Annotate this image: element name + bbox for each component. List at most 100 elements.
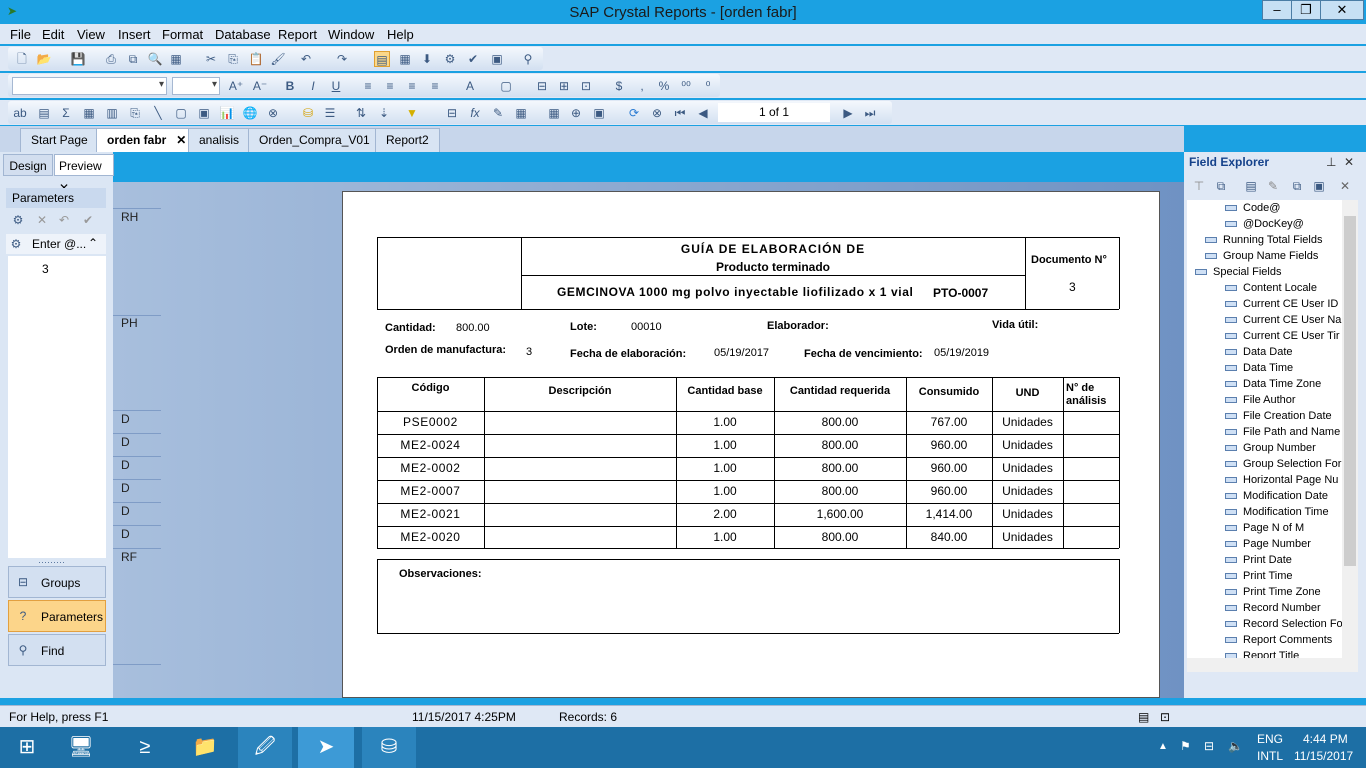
field-item[interactable]: Data Date (1225, 344, 1293, 360)
italic-icon[interactable]: I (305, 78, 321, 94)
duplicate-icon[interactable]: ⧉ (1289, 178, 1305, 194)
bold-icon[interactable]: B (282, 78, 298, 94)
format-painter-icon[interactable]: 🖌 (270, 51, 286, 67)
section-details[interactable]: D (121, 435, 130, 449)
section-details[interactable]: D (121, 481, 130, 495)
crystal-reports-icon[interactable]: ➤ (298, 727, 354, 768)
tab-report2[interactable]: Report2 (375, 128, 440, 152)
lang-layout[interactable]: INTL (1257, 749, 1283, 763)
page-number-field[interactable]: 1 of 1 (718, 103, 830, 122)
edit-field-icon[interactable]: ✎ (1265, 178, 1281, 194)
toggle-pane-icon[interactable]: ▤ (374, 51, 390, 67)
field-item[interactable]: Current CE User Na (1225, 312, 1341, 328)
field-item[interactable]: Modification Date (1225, 488, 1328, 504)
tab-preview[interactable]: Preview ✕ (54, 154, 114, 195)
delete-icon[interactable]: ✕ (1337, 178, 1353, 194)
decrease-font-icon[interactable]: A⁻ (252, 78, 268, 94)
field-item[interactable]: Data Time (1225, 360, 1293, 376)
cut-icon[interactable]: ✂ (203, 51, 219, 67)
border-icon[interactable]: ▢ (498, 78, 514, 94)
olap-icon[interactable]: ▥ (104, 105, 120, 121)
field-item[interactable]: Record Number (1225, 600, 1321, 616)
horizontal-scrollbar[interactable] (1187, 658, 1358, 672)
decimal-icon[interactable]: ⁰⁰ (678, 78, 694, 94)
parameter-value[interactable]: 3 (42, 262, 49, 276)
align-left-icon[interactable]: ≡ (360, 78, 376, 94)
field-item[interactable]: Report Comments (1225, 632, 1332, 648)
restore-button[interactable]: ❐ (1291, 0, 1321, 20)
tab-orden-compra[interactable]: Orden_Compra_V01 (248, 128, 381, 152)
field-item[interactable]: Group Selection For (1225, 456, 1341, 472)
section-report-header[interactable]: RH (121, 210, 138, 224)
find-icon[interactable]: ⚲ (520, 51, 536, 67)
copy-icon[interactable]: ⎘ (225, 51, 241, 67)
suppress-icon[interactable]: ⊟ (534, 78, 550, 94)
menu-help[interactable]: Help (387, 27, 414, 42)
tab-start-page[interactable]: Start Page (20, 128, 99, 152)
tray-up-icon[interactable]: ▲ (1158, 741, 1168, 752)
field-item[interactable]: Group Number (1225, 440, 1316, 456)
toggle-icon[interactable]: ⊟ (444, 105, 460, 121)
align-right-icon[interactable]: ≡ (404, 78, 420, 94)
filter-icon[interactable]: ▼ (404, 105, 420, 121)
summary-icon[interactable]: Σ (58, 105, 74, 121)
section-details[interactable]: D (121, 412, 130, 426)
field-item[interactable]: Page Number (1225, 536, 1311, 552)
field-explorer-icon[interactable]: ▦ (397, 51, 413, 67)
close-button[interactable]: ✕ (1320, 0, 1364, 20)
clock-time[interactable]: 4:44 PM (1303, 732, 1348, 746)
report-options-icon[interactable]: ▣ (489, 51, 505, 67)
map-icon[interactable]: 🌐 (242, 105, 258, 121)
field-item[interactable]: Record Selection Fo (1225, 616, 1342, 632)
field-item[interactable]: Page N of M (1225, 520, 1304, 536)
field-item[interactable]: Special Fields (1195, 264, 1281, 280)
database-icon[interactable]: ⛁ (300, 105, 316, 121)
open-icon[interactable]: 📂 (36, 51, 52, 67)
stop-icon[interactable]: ⊗ (649, 105, 665, 121)
formula-icon[interactable]: fx (467, 105, 483, 121)
tray-icon-1[interactable]: ⚑ (1180, 739, 1191, 753)
currency-icon[interactable]: $ (611, 78, 627, 94)
field-item[interactable]: Current CE User Tir (1225, 328, 1340, 344)
find-panel-button[interactable]: ⚲ Find (8, 634, 106, 666)
first-page-icon[interactable]: ⏮ (672, 105, 688, 121)
last-page-icon[interactable]: ⏭ (862, 105, 878, 121)
new-icon[interactable]: 🗋 (14, 51, 30, 67)
start-button[interactable]: ⊞ (0, 727, 54, 768)
font-size-combo[interactable] (172, 77, 220, 95)
lock-size-icon[interactable]: ⊡ (578, 78, 594, 94)
section-details[interactable]: D (121, 527, 130, 541)
menu-report[interactable]: Report (278, 27, 317, 42)
field-item[interactable]: Data Time Zone (1225, 376, 1321, 392)
picture-icon[interactable]: ▣ (196, 105, 212, 121)
section-page-header[interactable]: PH (121, 316, 138, 330)
collapse-icon[interactable]: ⌃ (88, 236, 98, 250)
pin-icon[interactable]: ⊥ (1326, 155, 1336, 169)
param-delete-icon[interactable]: ✕ (34, 212, 50, 228)
file-explorer-icon[interactable]: 📁 (178, 727, 232, 768)
menu-edit[interactable]: Edit (42, 27, 64, 42)
field-item[interactable]: Running Total Fields (1205, 232, 1322, 248)
increase-font-icon[interactable]: A⁺ (228, 78, 244, 94)
field-item[interactable]: Current CE User ID (1225, 296, 1338, 312)
subreport-icon[interactable]: ⎘ (127, 105, 143, 121)
thousands-icon[interactable]: , (634, 78, 650, 94)
menu-view[interactable]: View (77, 27, 105, 42)
menu-database[interactable]: Database (215, 27, 271, 42)
justify-icon[interactable]: ≡ (427, 78, 443, 94)
align-center-icon[interactable]: ≡ (382, 78, 398, 94)
tab-design[interactable]: Design (3, 154, 53, 176)
lang-code[interactable]: ENG (1257, 732, 1283, 746)
sort-icon[interactable]: ⇅ (353, 105, 369, 121)
param-apply-icon[interactable]: ✔ (80, 212, 96, 228)
close-tab-icon[interactable]: ✕ (176, 129, 186, 151)
field-item[interactable]: Group Name Fields (1205, 248, 1318, 264)
layout-icon[interactable]: ▤ (1138, 710, 1149, 724)
paste-icon[interactable]: 📋 (248, 51, 264, 67)
minimize-button[interactable]: – (1262, 0, 1292, 20)
section-details[interactable]: D (121, 504, 130, 518)
table-icon[interactable]: ▦ (546, 105, 562, 121)
check-icon[interactable]: ✔ (465, 51, 481, 67)
print-preview-icon[interactable]: 🔍 (147, 51, 163, 67)
field-item[interactable]: Print Time (1225, 568, 1293, 584)
